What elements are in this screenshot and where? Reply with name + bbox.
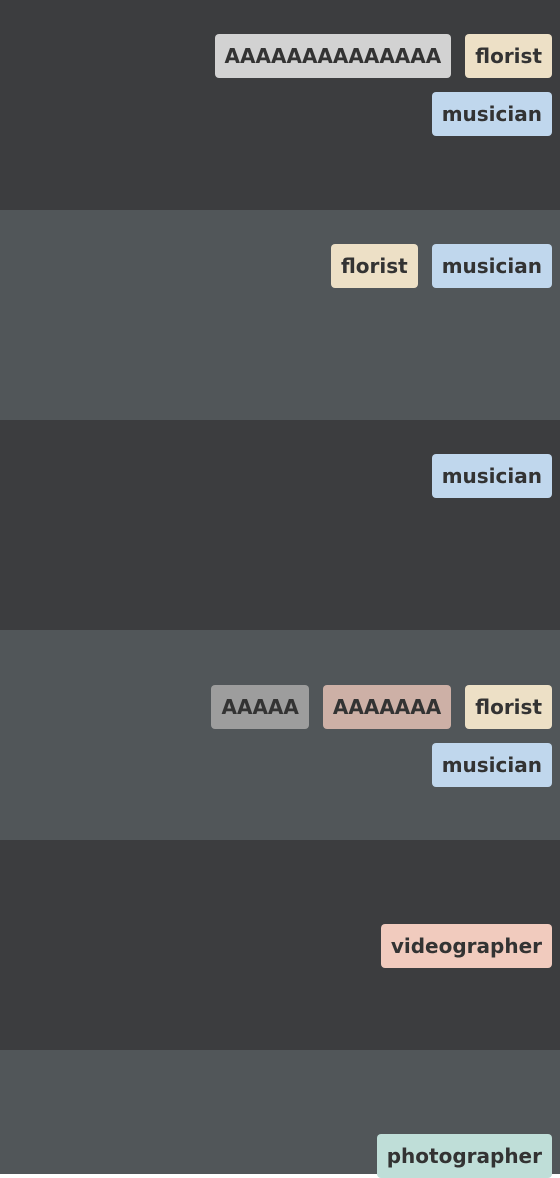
row-6: photographer xyxy=(0,1050,560,1178)
tag-group: AAAAA AAAAAAA florist musician xyxy=(82,685,552,787)
tag-photographer[interactable]: photographer xyxy=(376,1134,552,1178)
tag-placeholder-medium[interactable]: AAAAAAA xyxy=(322,685,452,729)
tag-group: AAAAAAAAAAAAAA florist musician xyxy=(82,34,552,136)
tag-videographer[interactable]: videographer xyxy=(380,924,552,968)
row-5: videographer xyxy=(0,840,560,1050)
row-2: florist musician xyxy=(0,210,560,420)
row-1: AAAAAAAAAAAAAA florist musician xyxy=(0,0,560,210)
tag-group: florist musician xyxy=(82,244,552,288)
tag-musician[interactable]: musician xyxy=(431,92,552,136)
tag-group: photographer xyxy=(82,1134,552,1178)
tag-florist[interactable]: florist xyxy=(330,244,418,288)
tag-florist[interactable]: florist xyxy=(465,34,552,78)
row-3: musician xyxy=(0,420,560,630)
tag-placeholder-short[interactable]: AAAAA xyxy=(211,685,309,729)
row-4: AAAAA AAAAAAA florist musician xyxy=(0,630,560,840)
tag-musician[interactable]: musician xyxy=(431,743,552,787)
tag-group: videographer xyxy=(82,924,552,968)
tag-musician[interactable]: musician xyxy=(431,244,552,288)
tag-musician[interactable]: musician xyxy=(431,454,552,498)
tag-group: musician xyxy=(82,454,552,498)
tag-florist[interactable]: florist xyxy=(465,685,552,729)
tag-placeholder-long[interactable]: AAAAAAAAAAAAAA xyxy=(214,34,452,78)
